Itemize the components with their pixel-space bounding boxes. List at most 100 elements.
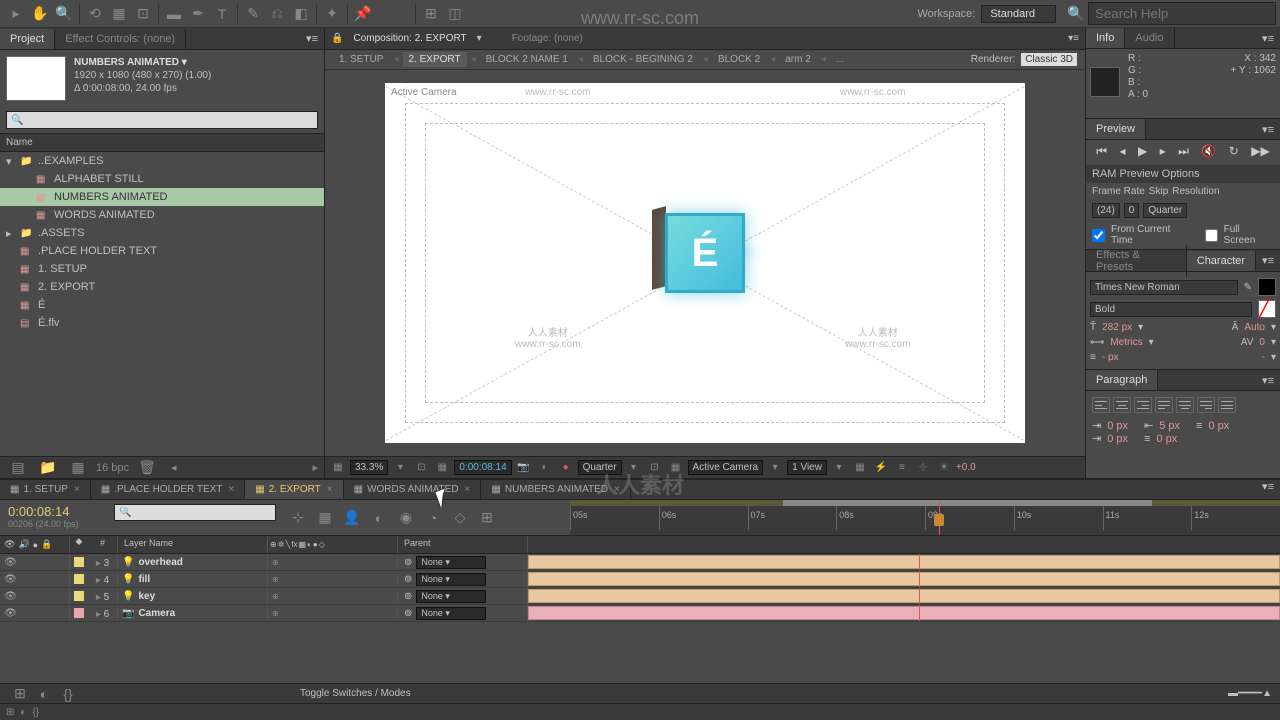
roto-tool-icon[interactable]: ✦: [321, 3, 343, 25]
label-col-icon[interactable]: ◆: [70, 536, 88, 553]
prev-frame-icon[interactable]: ◂: [1119, 144, 1125, 159]
mute-icon[interactable]: 🔇: [1201, 144, 1216, 159]
pan-behind-tool-icon[interactable]: ⊡: [132, 3, 154, 25]
timeline-icon[interactable]: ≡: [893, 462, 911, 473]
brainstorm-icon[interactable]: ◔: [422, 507, 444, 529]
leading-value[interactable]: Auto: [1244, 322, 1265, 333]
parent-header[interactable]: Parent: [398, 536, 528, 553]
skip-dropdown[interactable]: 0: [1124, 203, 1140, 218]
bpc-toggle[interactable]: 16 bpc: [96, 462, 129, 474]
selection-tool-icon[interactable]: ▸: [5, 3, 27, 25]
current-time[interactable]: 0:00:08:14: [454, 460, 511, 475]
breadcrumb-4[interactable]: BLOCK 2: [712, 52, 766, 67]
toggle-switches-modes[interactable]: Toggle Switches / Modes: [300, 688, 411, 699]
comp-mini-flow-icon[interactable]: ⊹: [287, 507, 309, 529]
new-comp-icon[interactable]: ▦: [67, 457, 89, 479]
footage-tab[interactable]: Footage: (none): [506, 30, 589, 47]
solo-col-icon[interactable]: ●: [33, 540, 38, 550]
flowchart-icon[interactable]: ⊹: [914, 462, 932, 473]
layer-row-key[interactable]: 👁 ▸ 5 💡key ⊕ ⊚None ▾: [0, 588, 1280, 605]
effect-controls-tab[interactable]: Effect Controls: (none): [55, 29, 186, 49]
graph-editor-icon[interactable]: ⊞: [476, 507, 498, 529]
eraser-tool-icon[interactable]: ◧: [290, 3, 312, 25]
hand-tool-icon[interactable]: ✋: [29, 3, 51, 25]
fast-preview-icon[interactable]: ⚡: [872, 462, 890, 473]
project-item--assets[interactable]: ▸📁.ASSETS: [0, 224, 324, 242]
timeline-search-input[interactable]: [114, 504, 276, 521]
breadcrumb-6[interactable]: ...: [830, 52, 850, 67]
video-col-icon[interactable]: 👁: [4, 539, 15, 550]
timeline-tab--place-holder-text[interactable]: ▦.PLACE HOLDER TEXT×: [91, 480, 245, 499]
shy-icon[interactable]: 👤: [341, 507, 363, 529]
zoom-dd-icon[interactable]: ▾: [391, 462, 409, 473]
status-icon2[interactable]: ◐: [20, 707, 26, 718]
project-item--examples[interactable]: ▾📁..EXAMPLES: [0, 152, 324, 170]
ram-preview-icon[interactable]: ▶▶: [1251, 144, 1269, 159]
project-item-2-export[interactable]: ▦2. EXPORT: [0, 278, 324, 296]
exposure-reset-icon[interactable]: ☀: [935, 462, 953, 473]
delete-icon[interactable]: 🗑: [136, 457, 158, 479]
paragraph-tab[interactable]: Paragraph: [1086, 370, 1158, 390]
last-frame-icon[interactable]: ⏭: [1178, 144, 1189, 159]
fill-color-swatch[interactable]: [1258, 278, 1276, 296]
project-item--[interactable]: ▦É: [0, 296, 324, 314]
framerate-dropdown[interactable]: (24): [1092, 203, 1120, 218]
safe-zones-icon[interactable]: ▦: [433, 462, 451, 473]
always-preview-icon[interactable]: ▦: [329, 462, 347, 473]
audio-tab[interactable]: Audio: [1125, 28, 1174, 48]
ram-preview-options[interactable]: RAM Preview Options: [1086, 165, 1280, 183]
status-icon1[interactable]: ⊞: [6, 707, 14, 718]
transparency-icon[interactable]: ▦: [667, 462, 685, 473]
puppet-tool-icon[interactable]: 📌: [352, 3, 374, 25]
timeline-tab-numbers-animated[interactable]: ▦NUMBERS ANIMATED×: [481, 480, 630, 499]
breadcrumb-3[interactable]: BLOCK - BEGINING 2: [587, 52, 699, 67]
project-item-words-animated[interactable]: ▦WORDS ANIMATED: [0, 206, 324, 224]
audio-col-icon[interactable]: 🔊: [18, 539, 29, 550]
search-help-input[interactable]: [1088, 2, 1276, 25]
from-current-checkbox[interactable]: [1092, 229, 1105, 242]
workspace-dropdown[interactable]: Standard: [981, 5, 1056, 23]
preview-menu-icon[interactable]: ▾≡: [1256, 123, 1280, 136]
kerning-value[interactable]: Metrics: [1110, 337, 1142, 348]
play-icon[interactable]: ▶: [1138, 144, 1147, 159]
new-folder-icon[interactable]: 📁: [37, 457, 59, 479]
exposure-value[interactable]: +0.0: [956, 462, 976, 473]
project-search-input[interactable]: [6, 111, 318, 129]
brush-tool-icon[interactable]: ✎: [242, 3, 264, 25]
layer-row-overhead[interactable]: 👁 ▸ 3 💡overhead ⊕ ⊚None ▾: [0, 554, 1280, 571]
composition-viewer[interactable]: Active Camera É www.rr-sc.comwww.rr-sc.c…: [385, 83, 1025, 443]
font-style-dropdown[interactable]: Bold: [1090, 302, 1252, 317]
snapshot-icon[interactable]: 📷: [515, 462, 533, 473]
motion-blur-icon[interactable]: ◉: [395, 507, 417, 529]
zoom-out-icon[interactable]: ▬: [1228, 688, 1238, 699]
view-dropdown[interactable]: Active Camera: [688, 460, 764, 475]
justify-all-icon[interactable]: [1218, 397, 1236, 413]
channel-icon[interactable]: ◐: [536, 462, 554, 473]
text-tool-icon[interactable]: T: [211, 3, 233, 25]
breadcrumb-2[interactable]: BLOCK 2 NAME 1: [480, 52, 574, 67]
info-tab[interactable]: Info: [1086, 28, 1125, 48]
stamp-tool-icon[interactable]: ⎌: [266, 3, 288, 25]
stroke-color-swatch[interactable]: ╱: [1258, 300, 1276, 318]
zoom-tool-icon[interactable]: 🔍: [53, 3, 75, 25]
align-left-icon[interactable]: [1092, 397, 1110, 413]
justify-center-icon[interactable]: [1176, 397, 1194, 413]
stroke-value[interactable]: - px: [1102, 352, 1119, 363]
align-center-icon[interactable]: [1113, 397, 1131, 413]
layer-name-header[interactable]: Layer Name: [118, 536, 268, 553]
project-item--flv[interactable]: ▤É.flv: [0, 314, 324, 332]
camera-tool-icon[interactable]: ▦: [108, 3, 130, 25]
breadcrumb-1[interactable]: 2. EXPORT: [403, 52, 467, 67]
next-frame-icon[interactable]: ▸: [1160, 144, 1166, 159]
layer-row-Camera[interactable]: 👁 ▸ 6 📷Camera ⊕ ⊚None ▾: [0, 605, 1280, 622]
timeline-timecode[interactable]: 0:00:08:14: [8, 504, 102, 519]
timeline-tab-words-animated[interactable]: ▦WORDS ANIMATED×: [344, 480, 482, 499]
pixel-aspect-icon[interactable]: ▦: [851, 462, 869, 473]
toggle-switches-icon[interactable]: ⊞: [9, 683, 31, 705]
align-right-icon[interactable]: [1134, 397, 1152, 413]
first-frame-icon[interactable]: ⏮: [1096, 144, 1107, 159]
frame-blend-icon[interactable]: ◐: [368, 507, 390, 529]
rect-tool-icon[interactable]: ▬: [163, 3, 185, 25]
snap2-icon[interactable]: ◫: [444, 3, 466, 25]
draft-3d-icon[interactable]: ▦: [314, 507, 336, 529]
